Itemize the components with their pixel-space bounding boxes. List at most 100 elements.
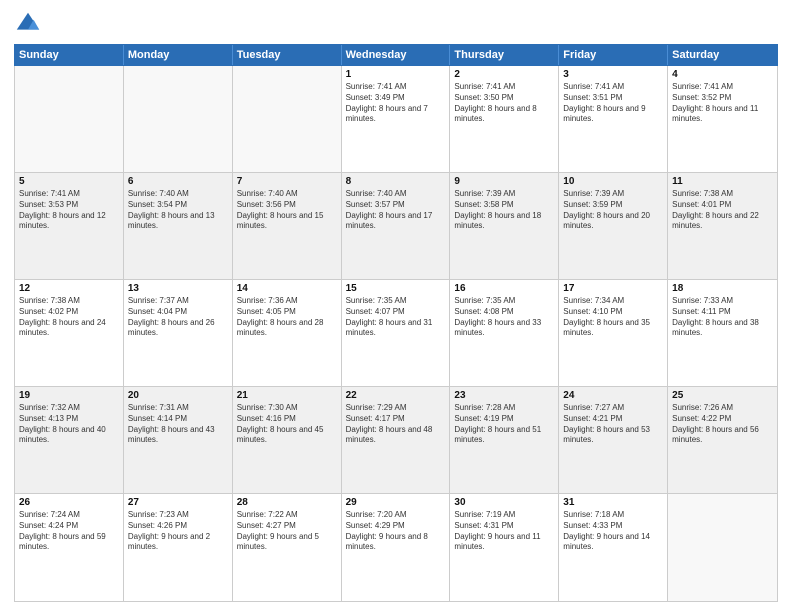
cell-info: Sunrise: 7:41 AMSunset: 3:52 PMDaylight:… [672,82,773,125]
header-thursday: Thursday [450,45,559,65]
header-wednesday: Wednesday [342,45,451,65]
cell-2-1: 13Sunrise: 7:37 AMSunset: 4:04 PMDayligh… [124,280,233,386]
cell-info: Sunrise: 7:39 AMSunset: 3:59 PMDaylight:… [563,189,663,232]
cell-0-5: 3 Sunrise: 7:41 AMSunset: 3:51 PMDaylight… [559,66,668,172]
day-number: 5 [19,176,119,187]
cell-info: Sunrise: 7:31 AMSunset: 4:14 PMDaylight:… [128,403,228,446]
day-number: 21 [237,390,337,401]
cell-3-0: 19 Sunrise: 7:32 AMSunset: 4:13 PMDayligh… [15,387,124,493]
day-number: 6 [128,176,228,187]
day-number: 24 [563,390,663,401]
cell-1-4: 9 Sunrise: 7:39 AMSunset: 3:58 PMDaylight… [450,173,559,279]
cell-info: Sunrise: 7:24 AMSunset: 4:24 PMDaylight:… [19,510,119,553]
header-sunday: Sunday [15,45,124,65]
cell-1-1: 6 Sunrise: 7:40 AMSunset: 3:54 PMDaylight… [124,173,233,279]
cell-info: Sunrise: 7:23 AMSunset: 4:26 PMDaylight:… [128,510,228,553]
day-number: 11 [672,176,773,187]
cell-info: Sunrise: 7:27 AMSunset: 4:21 PMDaylight:… [563,403,663,446]
cell-info: Sunrise: 7:30 AMSunset: 4:16 PMDaylight:… [237,403,337,446]
cell-info: Sunrise: 7:38 AMSunset: 4:01 PMDaylight:… [672,189,773,232]
cell-4-0: 26 Sunrise: 7:24 AMSunset: 4:24 PMDayligh… [15,494,124,601]
day-number: 9 [454,176,554,187]
cell-4-4: 30Sunrise: 7:19 AMSunset: 4:31 PMDayligh… [450,494,559,601]
day-number: 31 [563,497,663,508]
week-row-4: 19 Sunrise: 7:32 AMSunset: 4:13 PMDayligh… [15,387,777,494]
day-number: 2 [454,69,554,80]
cell-info: Sunrise: 7:19 AMSunset: 4:31 PMDaylight:… [454,510,554,553]
cell-1-3: 8 Sunrise: 7:40 AMSunset: 3:57 PMDaylight… [342,173,451,279]
day-number: 7 [237,176,337,187]
day-number: 15 [346,283,446,294]
cell-info: Sunrise: 7:22 AMSunset: 4:27 PMDaylight:… [237,510,337,553]
cell-0-6: 4 Sunrise: 7:41 AMSunset: 3:52 PMDaylight… [668,66,777,172]
cell-info: Sunrise: 7:40 AMSunset: 3:57 PMDaylight:… [346,189,446,232]
cell-0-0 [15,66,124,172]
header-friday: Friday [559,45,668,65]
cell-3-1: 20 Sunrise: 7:31 AMSunset: 4:14 PMDayligh… [124,387,233,493]
week-row-3: 12 Sunrise: 7:38 AMSunset: 4:02 PMDayligh… [15,280,777,387]
cell-2-6: 18 Sunrise: 7:33 AMSunset: 4:11 PMDayligh… [668,280,777,386]
cell-info: Sunrise: 7:20 AMSunset: 4:29 PMDaylight:… [346,510,446,553]
cell-info: Sunrise: 7:40 AMSunset: 3:56 PMDaylight:… [237,189,337,232]
cell-1-5: 10 Sunrise: 7:39 AMSunset: 3:59 PMDayligh… [559,173,668,279]
header-monday: Monday [124,45,233,65]
cell-0-2 [233,66,342,172]
cell-4-3: 29Sunrise: 7:20 AMSunset: 4:29 PMDayligh… [342,494,451,601]
cell-info: Sunrise: 7:40 AMSunset: 3:54 PMDaylight:… [128,189,228,232]
cell-info: Sunrise: 7:28 AMSunset: 4:19 PMDaylight:… [454,403,554,446]
day-number: 12 [19,283,119,294]
day-number: 18 [672,283,773,294]
logo [14,10,46,38]
cell-2-5: 17 Sunrise: 7:34 AMSunset: 4:10 PMDayligh… [559,280,668,386]
cell-info: Sunrise: 7:32 AMSunset: 4:13 PMDaylight:… [19,403,119,446]
cell-info: Sunrise: 7:41 AMSunset: 3:49 PMDaylight:… [346,82,446,125]
logo-icon [14,10,42,38]
calendar-body: 1 Sunrise: 7:41 AMSunset: 3:49 PMDaylight… [14,66,778,602]
cell-info: Sunrise: 7:38 AMSunset: 4:02 PMDaylight:… [19,296,119,339]
cell-3-5: 24 Sunrise: 7:27 AMSunset: 4:21 PMDayligh… [559,387,668,493]
cell-0-3: 1 Sunrise: 7:41 AMSunset: 3:49 PMDaylight… [342,66,451,172]
day-number: 3 [563,69,663,80]
day-number: 27 [128,497,228,508]
day-number: 26 [19,497,119,508]
day-number: 20 [128,390,228,401]
cell-2-4: 16Sunrise: 7:35 AMSunset: 4:08 PMDayligh… [450,280,559,386]
calendar-header: Sunday Monday Tuesday Wednesday Thursday… [14,44,778,66]
cell-0-4: 2Sunrise: 7:41 AMSunset: 3:50 PMDaylight… [450,66,559,172]
day-number: 10 [563,176,663,187]
cell-0-1 [124,66,233,172]
cell-info: Sunrise: 7:41 AMSunset: 3:51 PMDaylight:… [563,82,663,125]
cell-info: Sunrise: 7:41 AMSunset: 3:53 PMDaylight:… [19,189,119,232]
cell-3-6: 25Sunrise: 7:26 AMSunset: 4:22 PMDayligh… [668,387,777,493]
day-number: 16 [454,283,554,294]
calendar: Sunday Monday Tuesday Wednesday Thursday… [14,44,778,602]
week-row-2: 5 Sunrise: 7:41 AMSunset: 3:53 PMDaylight… [15,173,777,280]
cell-1-2: 7 Sunrise: 7:40 AMSunset: 3:56 PMDaylight… [233,173,342,279]
cell-2-0: 12 Sunrise: 7:38 AMSunset: 4:02 PMDayligh… [15,280,124,386]
cell-4-5: 31 Sunrise: 7:18 AMSunset: 4:33 PMDayligh… [559,494,668,601]
day-number: 1 [346,69,446,80]
day-number: 19 [19,390,119,401]
cell-4-2: 28 Sunrise: 7:22 AMSunset: 4:27 PMDayligh… [233,494,342,601]
day-number: 22 [346,390,446,401]
cell-3-2: 21 Sunrise: 7:30 AMSunset: 4:16 PMDayligh… [233,387,342,493]
cell-info: Sunrise: 7:34 AMSunset: 4:10 PMDaylight:… [563,296,663,339]
cell-info: Sunrise: 7:26 AMSunset: 4:22 PMDaylight:… [672,403,773,446]
cell-4-1: 27 Sunrise: 7:23 AMSunset: 4:26 PMDayligh… [124,494,233,601]
day-number: 14 [237,283,337,294]
cell-info: Sunrise: 7:33 AMSunset: 4:11 PMDaylight:… [672,296,773,339]
cell-1-0: 5 Sunrise: 7:41 AMSunset: 3:53 PMDaylight… [15,173,124,279]
cell-3-4: 23Sunrise: 7:28 AMSunset: 4:19 PMDayligh… [450,387,559,493]
cell-info: Sunrise: 7:39 AMSunset: 3:58 PMDaylight:… [454,189,554,232]
cell-2-3: 15Sunrise: 7:35 AMSunset: 4:07 PMDayligh… [342,280,451,386]
header [14,10,778,38]
week-row-5: 26 Sunrise: 7:24 AMSunset: 4:24 PMDayligh… [15,494,777,601]
cell-info: Sunrise: 7:18 AMSunset: 4:33 PMDaylight:… [563,510,663,553]
day-number: 17 [563,283,663,294]
day-number: 8 [346,176,446,187]
cell-info: Sunrise: 7:37 AMSunset: 4:04 PMDaylight:… [128,296,228,339]
day-number: 28 [237,497,337,508]
cell-info: Sunrise: 7:29 AMSunset: 4:17 PMDaylight:… [346,403,446,446]
day-number: 4 [672,69,773,80]
header-saturday: Saturday [668,45,777,65]
